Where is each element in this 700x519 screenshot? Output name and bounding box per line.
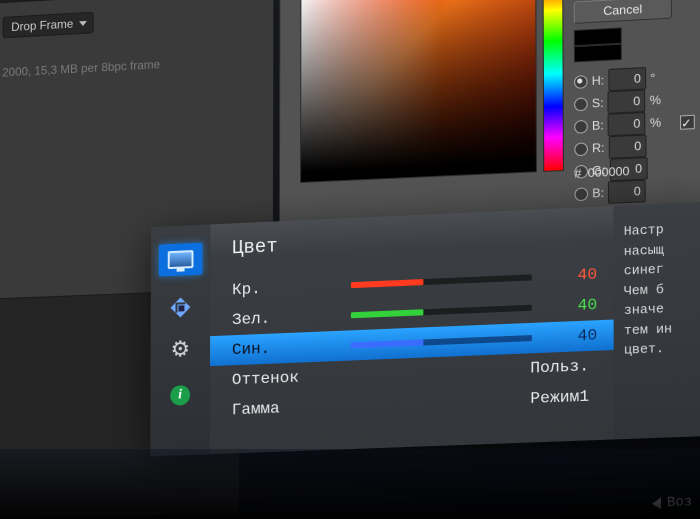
desk-reflection — [0, 449, 700, 519]
hue-value[interactable]: 0 — [608, 67, 646, 91]
osd-hue-label: Оттенок — [232, 367, 337, 389]
bri-value[interactable]: 0 — [608, 112, 646, 136]
osd-green-value: 40 — [546, 296, 597, 316]
osd-hue-value: Польз. — [351, 357, 597, 385]
monitor-icon — [168, 250, 194, 269]
osd-title: Цвет — [232, 221, 597, 259]
arrows-icon — [168, 294, 194, 321]
drop-frame-dropdown-label: Drop Frame — [11, 17, 73, 34]
sat-value[interactable]: 0 — [608, 89, 646, 113]
frame-info-text: 2000, 15,3 MB per 8bpc frame — [2, 52, 257, 79]
monitor-osd-menu: ⚙ i Цвет Кр. 40 Зел. 40 Син. 40 — [150, 201, 700, 456]
hue-slider[interactable] — [543, 0, 564, 172]
osd-blue-value: 40 — [546, 326, 597, 346]
drop-frame-dropdown[interactable]: Drop Frame — [2, 12, 93, 39]
hex-value[interactable]: 000000 — [588, 163, 651, 180]
osd-help-panel: Настр насыщ синег Чем б значе тем ин цве… — [613, 201, 700, 439]
osd-blue-label: Син. — [232, 337, 337, 359]
preview-checkbox-wrap[interactable]: Preview — [680, 108, 700, 132]
gear-icon: ⚙ — [170, 340, 190, 363]
osd-body: Цвет Кр. 40 Зел. 40 Син. 40 Оттенок Поль… — [210, 206, 614, 454]
preview-checkbox[interactable] — [680, 115, 695, 130]
bri-radio[interactable] — [574, 119, 588, 133]
osd-red-slider[interactable] — [351, 274, 532, 288]
r-value[interactable]: 0 — [609, 134, 647, 158]
cancel-button[interactable]: Cancel — [574, 0, 672, 24]
osd-tab-position[interactable] — [164, 295, 198, 320]
color-swatch-compare — [574, 27, 622, 62]
b-value[interactable]: 0 — [608, 180, 646, 204]
hsb-rgb-group: H: 0 ° S: 0 % B: 0 % P — [574, 61, 700, 205]
osd-tab-picture[interactable] — [159, 243, 203, 277]
osd-red-label: Кр. — [232, 277, 337, 300]
osd-tab-settings[interactable]: ⚙ — [163, 339, 197, 364]
color-field[interactable] — [300, 0, 537, 183]
osd-green-slider[interactable] — [351, 305, 532, 319]
osd-gamma-value: Режим1 — [351, 387, 598, 415]
osd-red-value: 40 — [546, 265, 597, 285]
hue-radio[interactable] — [574, 75, 588, 89]
sat-radio[interactable] — [574, 97, 588, 111]
b-radio[interactable] — [574, 187, 588, 201]
r-radio[interactable] — [574, 142, 588, 156]
osd-green-label: Зел. — [232, 307, 337, 329]
osd-gamma-label: Гамма — [232, 397, 337, 419]
osd-blue-slider[interactable] — [351, 335, 532, 348]
info-icon: i — [170, 385, 190, 406]
osd-tab-info[interactable]: i — [163, 383, 197, 408]
osd-icon-rail: ⚙ i — [150, 224, 210, 456]
